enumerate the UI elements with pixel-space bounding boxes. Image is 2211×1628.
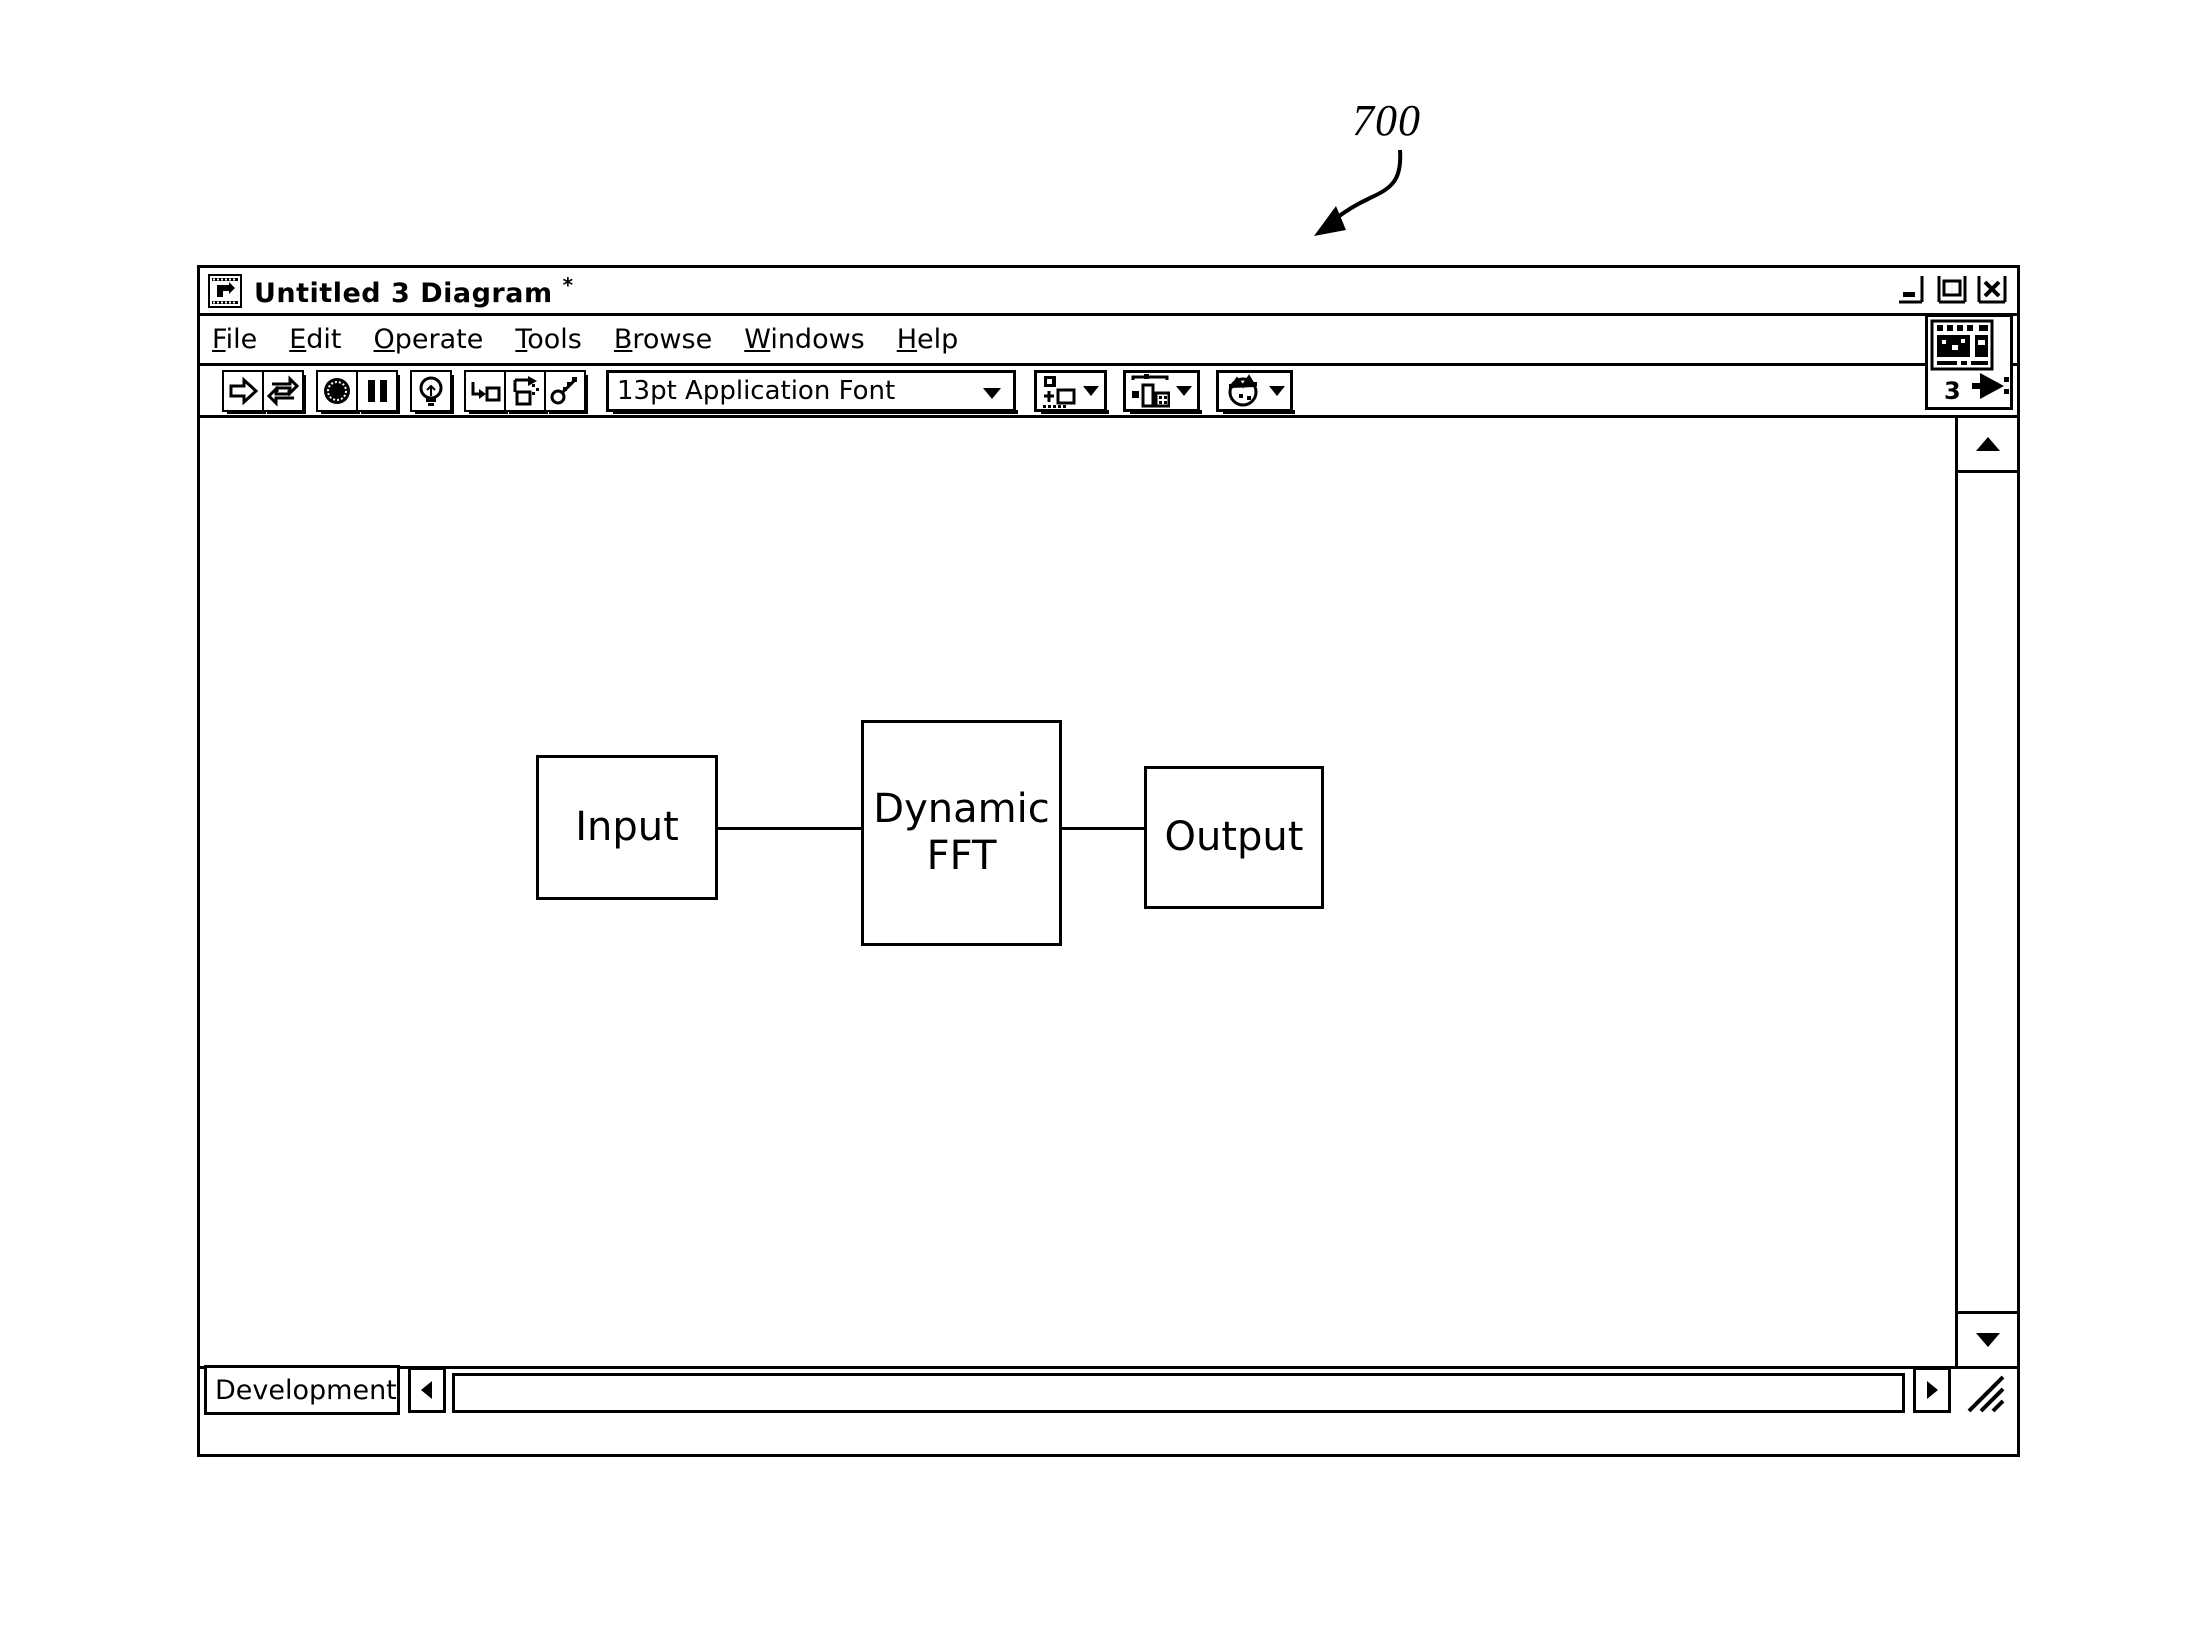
menu-accelerator: H bbox=[896, 324, 918, 355]
toolbar-group-highlight bbox=[410, 369, 454, 414]
labview-vi-icon bbox=[208, 273, 242, 308]
horizontal-scrollbar-track[interactable] bbox=[452, 1373, 1905, 1413]
node-input-label: Input bbox=[575, 803, 679, 850]
connector-pane-number: 3 bbox=[1944, 377, 1961, 405]
menu-item-tools[interactable]: Tools bbox=[515, 324, 582, 355]
resize-grip-icon bbox=[1967, 1375, 2005, 1413]
node-output-label: Output bbox=[1164, 813, 1304, 860]
chevron-down-icon bbox=[1269, 386, 1285, 396]
font-select[interactable]: 13pt Application Font bbox=[606, 369, 1018, 414]
step-into-button[interactable] bbox=[464, 369, 508, 414]
block-diagram-canvas[interactable]: Input Dynamic FFT Output bbox=[200, 418, 1955, 1366]
scroll-down-button[interactable] bbox=[1958, 1311, 2017, 1366]
node-dynamic-fft-label: Dynamic FFT bbox=[873, 786, 1049, 880]
reorder-button[interactable] bbox=[1216, 369, 1295, 414]
toolbar: 13pt Application Font bbox=[200, 366, 2017, 418]
menu-item-browse[interactable]: Browse bbox=[614, 324, 712, 355]
window-dirty-marker: * bbox=[562, 272, 574, 297]
figure-reference-numeral: 700 bbox=[1352, 96, 1421, 145]
scroll-left-arrow-icon bbox=[421, 1381, 432, 1399]
scroll-down-arrow-icon bbox=[1975, 1333, 2000, 1347]
step-out-button[interactable] bbox=[544, 369, 588, 414]
chevron-down-icon bbox=[983, 387, 1001, 399]
development-tab[interactable]: Development bbox=[204, 1365, 400, 1415]
scroll-up-button[interactable] bbox=[1958, 418, 2017, 473]
figure-callout-arrow-icon bbox=[1314, 149, 1403, 236]
align-objects-icon bbox=[1043, 375, 1076, 408]
close-button[interactable] bbox=[1975, 272, 2009, 306]
resize-grip[interactable] bbox=[1963, 1371, 2011, 1417]
menu-label: ile bbox=[225, 324, 258, 355]
menu-accelerator: F bbox=[212, 324, 226, 355]
menu-accelerator: E bbox=[289, 324, 307, 355]
chevron-down-icon bbox=[1083, 386, 1099, 396]
minimize-button[interactable] bbox=[1895, 272, 1929, 306]
toolbar-group-run bbox=[222, 369, 306, 414]
menu-accelerator: B bbox=[613, 324, 633, 355]
reorder-icon bbox=[1228, 373, 1258, 406]
menu-label: ools bbox=[527, 324, 582, 355]
menu-label: dit bbox=[306, 324, 342, 355]
menu-item-file[interactable]: File bbox=[212, 324, 257, 355]
menu-accelerator: T bbox=[515, 324, 528, 355]
highlight-execution-button[interactable] bbox=[410, 369, 454, 414]
node-dynamic-fft-label-line2: FFT bbox=[926, 833, 997, 879]
scroll-right-button[interactable] bbox=[1913, 1367, 1951, 1413]
menu-label: elp bbox=[917, 324, 959, 355]
scroll-left-button[interactable] bbox=[408, 1367, 446, 1413]
vertical-scrollbar[interactable] bbox=[1955, 418, 2017, 1366]
wire-fft-to-output[interactable] bbox=[1062, 827, 1145, 830]
distribute-objects-button[interactable] bbox=[1123, 369, 1202, 414]
menu-item-edit[interactable]: Edit bbox=[289, 324, 341, 355]
run-continuously-button[interactable] bbox=[262, 369, 306, 414]
window-controls bbox=[1895, 272, 2009, 306]
node-output[interactable]: Output bbox=[1144, 766, 1324, 909]
abort-execution-button[interactable] bbox=[316, 369, 360, 414]
node-dynamic-fft-label-line1: Dynamic bbox=[873, 785, 1050, 832]
wire-input-to-fft[interactable] bbox=[718, 827, 862, 830]
statusbar: Development bbox=[200, 1365, 2017, 1422]
menu-item-windows[interactable]: Windows bbox=[744, 324, 865, 355]
window-title-text: Untitled 3 Diagram bbox=[254, 277, 553, 309]
window-titlebar[interactable]: Untitled 3 Diagram * bbox=[200, 268, 2017, 316]
menu-accelerator: W bbox=[744, 324, 771, 355]
run-button[interactable] bbox=[222, 369, 266, 414]
development-tab-label: Development bbox=[215, 1374, 397, 1406]
align-objects-button[interactable] bbox=[1034, 369, 1109, 414]
vi-connector-pane-icon[interactable]: 3 bbox=[1925, 314, 2013, 410]
menu-item-help[interactable]: Help bbox=[897, 324, 959, 355]
toolbar-group-abort-pause bbox=[316, 369, 400, 414]
chevron-down-icon bbox=[1176, 386, 1192, 396]
node-dynamic-fft[interactable]: Dynamic FFT bbox=[861, 720, 1062, 946]
step-over-button[interactable] bbox=[504, 369, 548, 414]
diagram-area: Input Dynamic FFT Output bbox=[200, 418, 2017, 1366]
labview-diagram-window: Untitled 3 Diagram * File Edit Operate T… bbox=[197, 265, 2020, 1457]
menu-item-operate[interactable]: Operate bbox=[374, 324, 484, 355]
distribute-objects-icon bbox=[1131, 373, 1170, 407]
menu-label: indows bbox=[770, 324, 865, 355]
maximize-button[interactable] bbox=[1935, 272, 1969, 306]
scroll-right-arrow-icon bbox=[1927, 1381, 1938, 1399]
scroll-up-arrow-icon bbox=[1975, 437, 2000, 451]
menu-accelerator: O bbox=[373, 324, 395, 355]
font-select-value: 13pt Application Font bbox=[617, 375, 896, 406]
menubar: File Edit Operate Tools Browse Windows H… bbox=[200, 314, 2017, 410]
pause-button[interactable] bbox=[356, 369, 400, 414]
menu-label: rowse bbox=[632, 324, 713, 355]
node-input[interactable]: Input bbox=[536, 755, 718, 900]
menu-label: perate bbox=[394, 324, 484, 355]
toolbar-group-step bbox=[464, 369, 588, 414]
window-title: Untitled 3 Diagram * bbox=[254, 273, 574, 309]
